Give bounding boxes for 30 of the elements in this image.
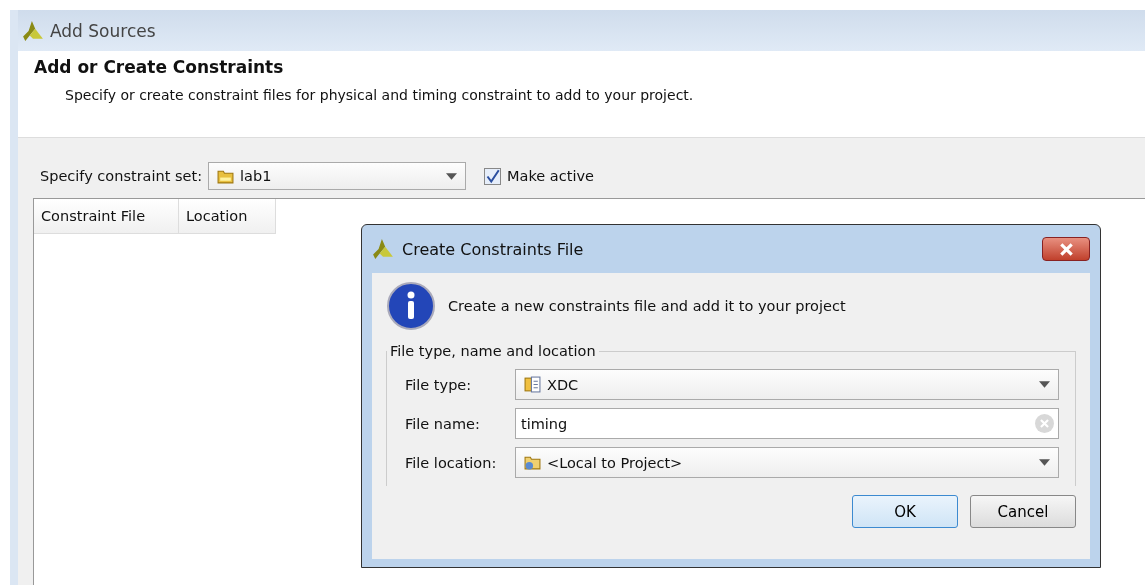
caret-icon [1039,459,1050,466]
group-title: File type, name and location [389,343,597,359]
dialog-title: Create Constraints File [402,239,585,259]
column-header[interactable]: Constraint File [34,199,179,234]
info-icon [386,281,436,331]
field-label: File name: [405,415,481,432]
close-button[interactable] [1042,237,1090,261]
page-title: Add or Create Constraints [34,57,285,78]
page-description: Specify or create constraint files for physical and timing constraint to add to your project. [65,87,695,104]
dialog-button[interactable]: Cancel [970,495,1076,528]
file-name-field[interactable]: timing [515,408,1059,439]
app-logo-icon [372,238,394,260]
app-logo-icon [22,19,44,42]
field-dropdown[interactable]: <Local to Project> [515,447,1059,478]
dialog-button[interactable]: OK [852,495,958,528]
column-header[interactable]: Location [179,199,276,234]
field-dropdown[interactable]: XDC [515,369,1059,400]
make-active-label: Make active [507,168,594,184]
field-label: File type: [405,376,473,393]
make-active-checkbox[interactable] [484,167,502,185]
field-label: File location: [405,454,498,471]
dialog-message: Create a new constraints file and add it to your project [448,298,846,314]
caret-icon [1039,381,1050,388]
close-icon [1059,242,1073,256]
constraint-set-label: Specify constraint set: [40,168,203,184]
window-title: Add Sources [50,20,156,41]
folder-icon [524,454,541,471]
constraint-set-dropdown[interactable]: lab1 [208,162,467,190]
document-icon [524,376,541,393]
caret-icon [446,172,458,180]
